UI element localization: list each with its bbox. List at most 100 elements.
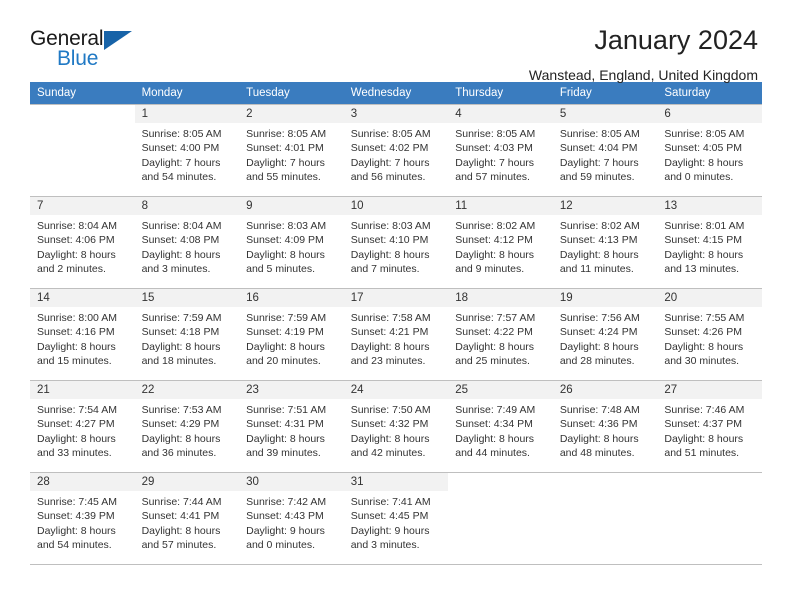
sunset-text: Sunset: 4:34 PM <box>455 418 533 431</box>
day-number: 28 <box>30 473 135 491</box>
general-blue-logo[interactable]: General Blue <box>30 26 142 72</box>
daylight-text-line2: and 57 minutes. <box>455 170 530 183</box>
page-header: General Blue January 2024 Wanstead, Engl… <box>0 0 792 82</box>
calendar-day-cell[interactable]: 15 Sunrise: 7:59 AM Sunset: 4:18 PM Dayligh… <box>134 288 240 381</box>
day-details: Sunrise: 8:05 AM Sunset: 4:04 PM Daylight:… <box>553 123 658 184</box>
daylight-text-line1: Daylight: 8 hours <box>664 340 744 353</box>
daylight-text-line1: Daylight: 7 hours <box>455 156 535 169</box>
day-details: Sunrise: 8:05 AM Sunset: 4:05 PM Daylight:… <box>657 123 762 184</box>
calendar-day-cell[interactable]: 25 Sunrise: 7:49 AM Sunset: 4:34 PM Dayligh… <box>448 380 553 473</box>
daylight-text-line1: Daylight: 8 hours <box>141 340 221 353</box>
calendar-day-cell[interactable]: 22 Sunrise: 7:53 AM Sunset: 4:29 PM Dayligh… <box>134 380 240 473</box>
calendar-day-cell[interactable]: 19 Sunrise: 7:56 AM Sunset: 4:24 PM Dayligh… <box>552 288 658 381</box>
daylight-text-line1: Daylight: 8 hours <box>246 432 325 445</box>
day-cell-content: 28 Sunrise: 7:45 AM Sunset: 4:39 PM Dayligh… <box>30 473 135 564</box>
day-number: 13 <box>657 197 762 215</box>
daylight-text-line2: and 15 minutes. <box>37 354 112 367</box>
sunrise-text: Sunrise: 7:45 AM <box>37 496 117 508</box>
sunset-text: Sunset: 4:10 PM <box>350 234 429 247</box>
day-details: Sunrise: 7:59 AM Sunset: 4:19 PM Daylight:… <box>239 307 344 368</box>
sunrise-text: Sunrise: 8:02 AM <box>455 220 536 232</box>
calendar-week-row: 14 Sunrise: 8:00 AM Sunset: 4:16 PM Dayligh… <box>30 288 762 381</box>
calendar-day-cell[interactable]: 10 Sunrise: 8:03 AM Sunset: 4:10 PM Dayligh… <box>343 196 449 289</box>
day-cell-content: 10 Sunrise: 8:03 AM Sunset: 4:10 PM Dayligh… <box>343 197 449 288</box>
day-cell-content: 26 Sunrise: 7:48 AM Sunset: 4:36 PM Dayligh… <box>552 381 658 472</box>
daylight-text-line1: Daylight: 8 hours <box>141 248 221 261</box>
calendar-day-cell[interactable]: 27 Sunrise: 7:46 AM Sunset: 4:37 PM Dayligh… <box>657 380 762 473</box>
day-cell-content: 6 Sunrise: 8:05 AM Sunset: 4:05 PM Daylight… <box>657 105 762 196</box>
day-details: Sunrise: 8:05 AM Sunset: 4:01 PM Daylight:… <box>239 123 344 184</box>
daylight-text-line2: and 23 minutes. <box>350 354 426 367</box>
weekday-header-tuesday: Tuesday <box>239 82 344 105</box>
calendar-day-cell[interactable]: 3 Sunrise: 8:05 AM Sunset: 4:02 PM Daylight… <box>343 104 449 197</box>
calendar-day-cell[interactable]: 31 Sunrise: 7:41 AM Sunset: 4:45 PM Dayligh… <box>343 472 449 565</box>
calendar-day-cell[interactable]: 1 Sunrise: 8:05 AM Sunset: 4:00 PM Daylight… <box>134 104 240 197</box>
daylight-text-line1: Daylight: 8 hours <box>559 340 639 353</box>
daylight-text-line1: Daylight: 7 hours <box>559 156 639 169</box>
day-details: Sunrise: 8:04 AM Sunset: 4:08 PM Daylight:… <box>135 215 240 276</box>
day-details: Sunrise: 8:02 AM Sunset: 4:13 PM Daylight:… <box>553 215 658 276</box>
weekday-header-wednesday: Wednesday <box>343 82 449 105</box>
calendar-day-cell[interactable]: 4 Sunrise: 8:05 AM Sunset: 4:03 PM Daylight… <box>448 104 553 197</box>
sunset-text: Sunset: 4:15 PM <box>664 234 743 247</box>
day-details: Sunrise: 7:44 AM Sunset: 4:41 PM Daylight:… <box>135 491 240 552</box>
calendar-day-cell[interactable]: 16 Sunrise: 7:59 AM Sunset: 4:19 PM Dayligh… <box>239 288 344 381</box>
day-details: Sunrise: 7:57 AM Sunset: 4:22 PM Daylight:… <box>448 307 553 368</box>
day-details <box>30 123 135 127</box>
daylight-text-line1: Daylight: 8 hours <box>246 248 325 261</box>
calendar-day-cell[interactable]: 11 Sunrise: 8:02 AM Sunset: 4:12 PM Dayligh… <box>448 196 553 289</box>
sunrise-text: Sunrise: 7:54 AM <box>37 404 117 416</box>
day-number: 29 <box>134 473 240 491</box>
day-details: Sunrise: 7:53 AM Sunset: 4:29 PM Daylight:… <box>135 399 240 460</box>
day-cell-content: 13 Sunrise: 8:01 AM Sunset: 4:15 PM Dayligh… <box>657 197 762 288</box>
day-cell-content: 19 Sunrise: 7:56 AM Sunset: 4:24 PM Dayligh… <box>552 289 658 380</box>
daylight-text-line1: Daylight: 8 hours <box>559 248 639 261</box>
day-details: Sunrise: 7:48 AM Sunset: 4:36 PM Daylight:… <box>553 399 658 460</box>
day-number: 8 <box>134 197 240 215</box>
daylight-text-line1: Daylight: 8 hours <box>664 156 744 169</box>
sunset-text: Sunset: 4:27 PM <box>37 418 115 431</box>
day-number: 26 <box>552 381 658 399</box>
day-number: 12 <box>552 197 658 215</box>
calendar-day-cell[interactable]: 7 Sunrise: 8:04 AM Sunset: 4:06 PM Daylight… <box>30 196 135 289</box>
sunset-text: Sunset: 4:45 PM <box>350 510 429 523</box>
calendar-day-cell[interactable]: 23 Sunrise: 7:51 AM Sunset: 4:31 PM Dayligh… <box>239 380 344 473</box>
calendar-day-cell[interactable]: 24 Sunrise: 7:50 AM Sunset: 4:32 PM Dayligh… <box>343 380 449 473</box>
day-cell-content: 20 Sunrise: 7:55 AM Sunset: 4:26 PM Dayligh… <box>657 289 762 380</box>
calendar-day-cell[interactable]: 30 Sunrise: 7:42 AM Sunset: 4:43 PM Dayligh… <box>239 472 344 565</box>
calendar-body: 1 Sunrise: 8:05 AM Sunset: 4:00 PM Daylight… <box>30 104 762 565</box>
daylight-text-line1: Daylight: 8 hours <box>37 432 116 445</box>
calendar-day-cell[interactable]: 17 Sunrise: 7:58 AM Sunset: 4:21 PM Dayligh… <box>343 288 449 381</box>
calendar-empty-cell <box>30 104 135 197</box>
calendar-day-cell[interactable]: 6 Sunrise: 8:05 AM Sunset: 4:05 PM Daylight… <box>657 104 762 197</box>
daylight-text-line2: and 20 minutes. <box>246 354 321 367</box>
sunrise-text: Sunrise: 7:51 AM <box>246 404 327 416</box>
calendar-empty-cell <box>657 472 762 565</box>
calendar-day-cell[interactable]: 8 Sunrise: 8:04 AM Sunset: 4:08 PM Daylight… <box>134 196 240 289</box>
day-cell-content: 25 Sunrise: 7:49 AM Sunset: 4:34 PM Dayligh… <box>448 381 553 472</box>
day-number: 15 <box>134 289 240 307</box>
daylight-text-line1: Daylight: 8 hours <box>37 340 116 353</box>
sunset-text: Sunset: 4:12 PM <box>455 234 533 247</box>
calendar-day-cell[interactable]: 20 Sunrise: 7:55 AM Sunset: 4:26 PM Dayligh… <box>657 288 762 381</box>
day-details <box>553 491 658 495</box>
daylight-text-line2: and 39 minutes. <box>246 446 321 459</box>
calendar-day-cell[interactable]: 14 Sunrise: 8:00 AM Sunset: 4:16 PM Dayligh… <box>30 288 135 381</box>
sunrise-text: Sunrise: 7:50 AM <box>350 404 431 416</box>
calendar-day-cell[interactable]: 2 Sunrise: 8:05 AM Sunset: 4:01 PM Daylight… <box>239 104 344 197</box>
calendar-day-cell[interactable]: 21 Sunrise: 7:54 AM Sunset: 4:27 PM Dayligh… <box>30 380 135 473</box>
calendar-day-cell[interactable]: 12 Sunrise: 8:02 AM Sunset: 4:13 PM Dayligh… <box>552 196 658 289</box>
day-number <box>553 473 658 491</box>
day-details: Sunrise: 7:46 AM Sunset: 4:37 PM Daylight:… <box>657 399 762 460</box>
calendar-day-cell[interactable]: 29 Sunrise: 7:44 AM Sunset: 4:41 PM Dayligh… <box>134 472 240 565</box>
calendar-day-cell[interactable]: 26 Sunrise: 7:48 AM Sunset: 4:36 PM Dayligh… <box>552 380 658 473</box>
title-block: January 2024 Wanstead, England, United K… <box>529 25 758 82</box>
calendar-day-cell[interactable]: 13 Sunrise: 8:01 AM Sunset: 4:15 PM Dayligh… <box>657 196 762 289</box>
day-number: 18 <box>448 289 553 307</box>
calendar-day-cell[interactable]: 18 Sunrise: 7:57 AM Sunset: 4:22 PM Dayligh… <box>448 288 553 381</box>
daylight-text-line2: and 56 minutes. <box>350 170 426 183</box>
sunrise-text: Sunrise: 8:05 AM <box>664 128 745 140</box>
calendar-day-cell[interactable]: 9 Sunrise: 8:03 AM Sunset: 4:09 PM Daylight… <box>239 196 344 289</box>
calendar-day-cell[interactable]: 5 Sunrise: 8:05 AM Sunset: 4:04 PM Daylight… <box>552 104 658 197</box>
calendar-day-cell[interactable]: 28 Sunrise: 7:45 AM Sunset: 4:39 PM Dayligh… <box>30 472 135 565</box>
